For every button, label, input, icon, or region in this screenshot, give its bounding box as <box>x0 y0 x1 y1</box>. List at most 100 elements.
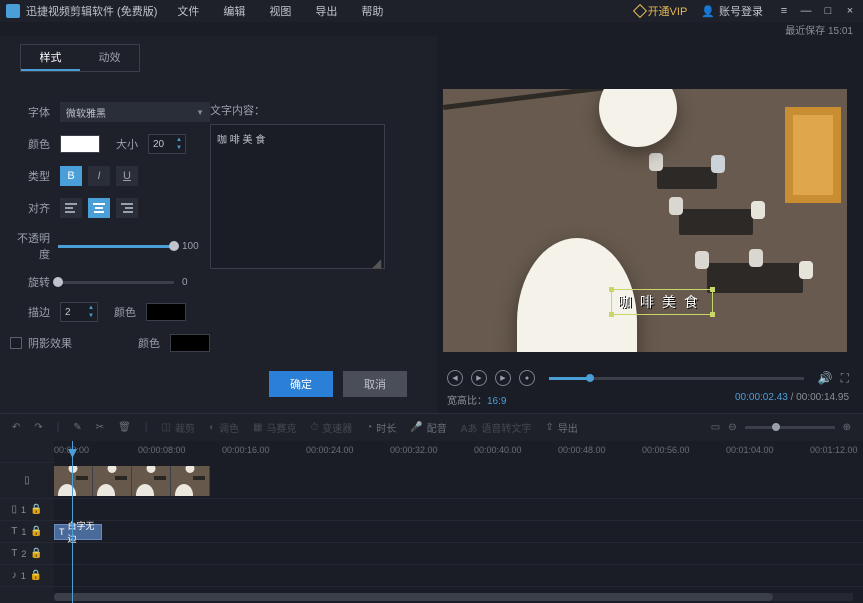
content-label: 文字内容： <box>210 102 427 118</box>
video-track-label[interactable]: ▯ <box>0 463 54 499</box>
crop-tool[interactable]: ◫ 裁剪 <box>161 420 194 435</box>
hamburger-icon[interactable]: ≡ <box>777 5 791 17</box>
fullscreen-icon[interactable]: ⛶ <box>841 371 849 386</box>
text-track-1-label[interactable]: T1🔒 <box>0 521 54 543</box>
font-label: 字体 <box>10 104 50 120</box>
vip-button[interactable]: 开通VIP <box>635 3 688 19</box>
video-track[interactable] <box>54 463 863 499</box>
tab-style[interactable]: 样式 <box>21 45 80 71</box>
size-input[interactable]: 20 ▲▼ <box>148 134 186 154</box>
stop-button[interactable]: ● <box>519 370 535 386</box>
rotate-slider[interactable] <box>58 281 174 284</box>
diamond-icon <box>632 4 646 18</box>
subtitle-text: 咖啡美食 <box>618 292 706 312</box>
play-button[interactable]: ▶ <box>471 370 487 386</box>
shadow-color-label: 颜色 <box>132 335 160 351</box>
cancel-button[interactable]: 取消 <box>343 371 407 397</box>
text-color-swatch[interactable] <box>60 135 100 153</box>
menu-edit[interactable]: 编辑 <box>223 3 245 19</box>
playback-slider[interactable] <box>549 377 804 380</box>
spin-up-icon[interactable]: ▲ <box>86 304 96 312</box>
volume-icon[interactable]: 🔊 <box>818 371 833 385</box>
zoom-fit-icon[interactable]: ▭ <box>711 422 720 433</box>
undo-button[interactable]: ↶ <box>12 422 20 433</box>
duration-tool[interactable]: ◔ 时长 <box>366 420 396 435</box>
spin-down-icon[interactable]: ▼ <box>174 144 184 152</box>
playhead[interactable] <box>72 441 73 603</box>
last-save-label: 最近保存 15:01 <box>0 22 863 36</box>
shadow-checkbox[interactable] <box>10 337 22 349</box>
timeline-toolbar: ↶ ↷ | ✎ ✂ 🗑 | ◫ 裁剪 ◐ 调色 ▦ 马赛克 ⏱ 变速器 ◔ 时长… <box>0 413 863 441</box>
audio-track-label[interactable]: ♪1🔒 <box>0 565 54 587</box>
cut-button[interactable]: ✂ <box>96 422 104 433</box>
align-right-button[interactable] <box>116 198 138 218</box>
edit-button[interactable]: ✎ <box>73 422 81 433</box>
zoom-out-icon[interactable]: ⊖ <box>728 422 736 433</box>
time-ruler[interactable]: 00:00:00 00:00:08:00 00:00:16.00 00:00:2… <box>54 441 863 463</box>
next-frame-button[interactable]: ▶ <box>495 370 511 386</box>
video-clip[interactable] <box>54 466 210 496</box>
spin-up-icon[interactable]: ▲ <box>174 136 184 144</box>
stroke-color-swatch[interactable] <box>146 303 186 321</box>
aspect-ratio: 宽高比：16:9 <box>447 392 506 407</box>
panel-tabs: 样式 动效 <box>20 44 140 72</box>
text-track-2-label[interactable]: T2🔒 <box>0 543 54 565</box>
pip-track[interactable] <box>54 499 863 521</box>
tab-motion[interactable]: 动效 <box>80 45 139 71</box>
resize-handle-icon[interactable]: ◢ <box>372 256 382 266</box>
maximize-icon[interactable]: □ <box>821 5 835 17</box>
ruler-label <box>0 441 54 463</box>
redo-button[interactable]: ↷ <box>34 422 42 433</box>
prev-frame-button[interactable]: ◀ <box>447 370 463 386</box>
subtitle-overlay[interactable]: 咖啡美食 <box>611 289 713 315</box>
menu-view[interactable]: 视图 <box>269 3 291 19</box>
text-clip[interactable]: T 白字无边 <box>54 524 102 540</box>
track-labels: ▯ ▯1🔒 T1🔒 T2🔒 ♪1🔒 <box>0 441 54 603</box>
close-icon[interactable]: × <box>843 5 857 17</box>
align-center-button[interactable] <box>88 198 110 218</box>
tracks-area[interactable]: 00:00:00 00:00:08:00 00:00:16.00 00:00:2… <box>54 441 863 603</box>
text-track-2[interactable] <box>54 543 863 565</box>
minimize-icon[interactable]: — <box>799 5 813 17</box>
adjust-tool[interactable]: ◐ 调色 <box>209 420 239 435</box>
menu-help[interactable]: 帮助 <box>361 3 383 19</box>
zoom-in-icon[interactable]: ⊕ <box>843 422 851 433</box>
login-button[interactable]: 👤 账号登录 <box>701 3 763 19</box>
app-logo-icon <box>6 4 20 18</box>
size-label: 大小 <box>110 136 138 152</box>
spin-down-icon[interactable]: ▼ <box>86 312 96 320</box>
audio-track[interactable] <box>54 565 863 587</box>
delete-button[interactable]: 🗑 <box>118 422 131 433</box>
timeline: ▯ ▯1🔒 T1🔒 T2🔒 ♪1🔒 00:00:00 00:00:08:00 0… <box>0 441 863 603</box>
font-select[interactable]: 微软雅黑 ▼ <box>60 102 210 122</box>
align-left-button[interactable] <box>60 198 82 218</box>
mosaic-tool[interactable]: ▦ 马赛克 <box>253 420 296 435</box>
playback-controls: ◀ ▶ ▶ ● 🔊 ⛶ <box>443 370 853 386</box>
opacity-slider[interactable] <box>58 245 174 248</box>
speed-tool[interactable]: ⏱ 变速器 <box>310 420 352 435</box>
confirm-button[interactable]: 确定 <box>269 371 333 397</box>
underline-button[interactable]: U <box>116 166 138 186</box>
video-preview[interactable]: 咖啡美食 <box>443 89 847 352</box>
shadow-label: 阴影效果 <box>28 335 72 351</box>
export-tool[interactable]: ⇪ 导出 <box>545 420 577 435</box>
zoom-slider[interactable] <box>745 426 835 429</box>
window-controls: ≡ — □ × <box>777 5 857 17</box>
speech-tool[interactable]: Aあ 语音转文字 <box>461 420 532 435</box>
menu-bar: 文件 编辑 视图 导出 帮助 <box>177 3 383 19</box>
text-icon: T <box>59 527 65 537</box>
stroke-label: 描边 <box>10 304 50 320</box>
timeline-scrollbar[interactable] <box>54 593 853 601</box>
bold-button[interactable]: B <box>60 166 82 186</box>
italic-button[interactable]: I <box>88 166 110 186</box>
shadow-color-swatch[interactable] <box>170 334 210 352</box>
content-textarea[interactable]: 咖 啡 美 食 ◢ <box>210 124 385 269</box>
text-track-1[interactable]: T 白字无边 <box>54 521 863 543</box>
menu-file[interactable]: 文件 <box>177 3 199 19</box>
stroke-input[interactable]: 2 ▲▼ <box>60 302 98 322</box>
app-title: 迅捷视频剪辑软件 (免费版) <box>26 3 157 19</box>
menu-export[interactable]: 导出 <box>315 3 337 19</box>
preview-panel: 咖啡美食 ◀ ▶ ▶ ● 🔊 ⛶ 宽高比：16:9 00:00:02.43 / … <box>437 36 863 413</box>
audio-tool[interactable]: 🎤 配音 <box>410 420 446 435</box>
pip-track-label[interactable]: ▯1🔒 <box>0 499 54 521</box>
